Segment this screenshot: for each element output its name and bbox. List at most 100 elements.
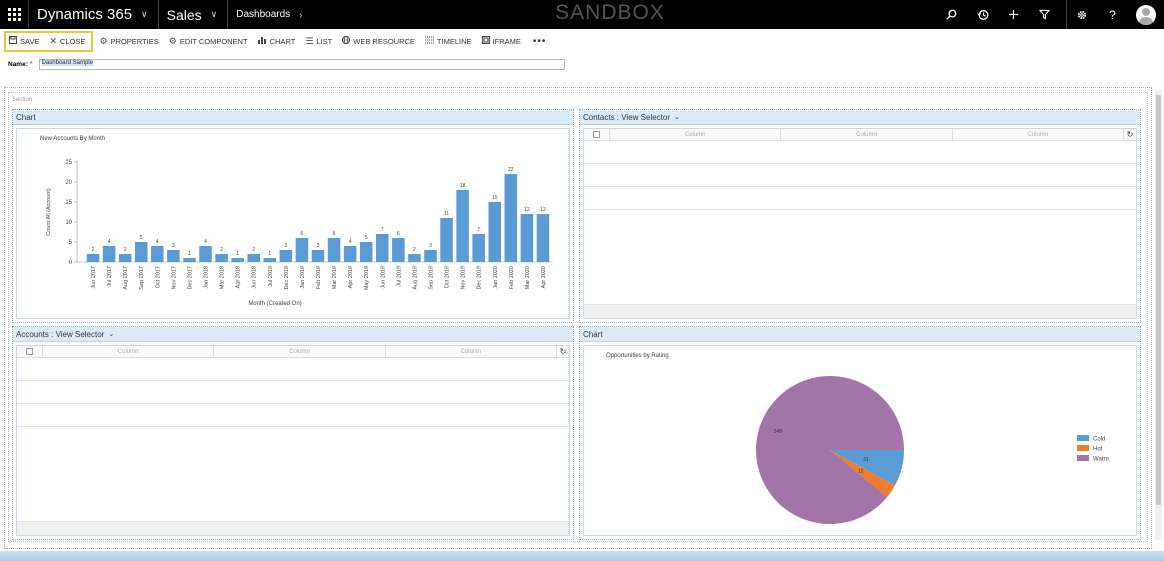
bar[interactable]: [263, 258, 277, 262]
recent-button[interactable]: [967, 0, 998, 29]
chevron-down-icon[interactable]: ⌄: [674, 110, 680, 125]
bar[interactable]: [472, 234, 485, 262]
bar[interactable]: [199, 246, 212, 262]
legend-label: Cold: [1093, 437, 1105, 443]
dashboard-name-field[interactable]: Dashboard Sample: [38, 59, 565, 70]
opportunities-pie-chart: Opportunities by Rating3112348ColdHotWar…: [606, 353, 1109, 524]
column-header[interactable]: Column: [953, 129, 1124, 140]
bar-value-label: 5: [140, 235, 143, 241]
bar[interactable]: [86, 254, 100, 262]
list-button[interactable]: ☰ LIST: [305, 36, 332, 47]
bar[interactable]: [167, 250, 180, 262]
user-profile-button[interactable]: [1128, 0, 1164, 29]
column-header[interactable]: Column: [386, 346, 557, 357]
legend-label: Hot: [1093, 447, 1103, 453]
brand-menu[interactable]: Dynamics 365 ∨: [29, 0, 159, 29]
bar-chart-icon: [257, 36, 267, 46]
bar[interactable]: [536, 214, 550, 262]
refresh-icon[interactable]: ↻: [1124, 129, 1136, 140]
bar[interactable]: [215, 254, 228, 262]
refresh-icon[interactable]: ↻: [557, 346, 569, 357]
new-accounts-bar-chart: New Accounts By Month0510152025Count:All…: [40, 136, 553, 307]
table-row: [584, 164, 1136, 187]
column-header[interactable]: Column: [610, 129, 782, 140]
chevron-down-icon[interactable]: ⌄: [108, 327, 114, 342]
search-button[interactable]: [936, 0, 967, 29]
table-row: [17, 404, 569, 427]
grid-header-row: Column Column Column ↻: [17, 346, 569, 358]
scrollbar-thumb[interactable]: [1156, 95, 1161, 505]
bar-value-label: 6: [397, 231, 400, 237]
bar[interactable]: [456, 190, 469, 262]
more-commands-button[interactable]: •••: [533, 36, 547, 47]
bar[interactable]: [408, 254, 421, 262]
column-header[interactable]: Column: [214, 346, 386, 357]
legend-swatch: [1077, 455, 1089, 461]
chevron-down-icon: ∨: [210, 9, 218, 19]
bar-value-label: 15: [492, 195, 498, 201]
close-icon: ✕: [49, 35, 57, 46]
select-all-checkbox[interactable]: [584, 129, 610, 140]
bar[interactable]: [279, 250, 293, 262]
bar[interactable]: [440, 218, 453, 262]
select-all-checkbox[interactable]: [17, 346, 43, 357]
help-button[interactable]: ?: [1097, 0, 1128, 29]
bar[interactable]: [151, 246, 164, 262]
accounts-list-panel[interactable]: Accounts : View Selector ⌄ Column Column…: [12, 326, 574, 540]
chart-button[interactable]: CHART: [257, 36, 295, 46]
nav-actions: ?: [936, 0, 1164, 29]
bar[interactable]: [295, 238, 309, 262]
pie-slice-warm[interactable]: [756, 376, 904, 524]
table-row: [584, 141, 1136, 164]
bar[interactable]: [102, 246, 116, 262]
x-tick-label: Feb 2020: [509, 266, 515, 289]
rating-chart-panel[interactable]: Chart Opportunities by Rating 31 12 348 Cold…: [579, 326, 1141, 540]
x-tick-label: Jun 2019: [380, 266, 386, 289]
bar[interactable]: [520, 214, 534, 262]
bar-value-label: 1: [188, 251, 191, 257]
contacts-list-panel[interactable]: Contacts : View Selector ⌄ Column Column…: [579, 109, 1141, 323]
accounts-chart-panel[interactable]: Chart New Accounts By Month 0 5 10 15 20 25 Cou…: [12, 109, 574, 323]
settings-button[interactable]: [1066, 0, 1097, 29]
bar[interactable]: [118, 254, 132, 262]
breadcrumb[interactable]: Dashboards ›: [228, 0, 312, 29]
close-button[interactable]: ✕ CLOSE: [49, 36, 85, 47]
bar[interactable]: [424, 250, 437, 262]
edit-component-button[interactable]: ⚙ EDIT COMPONENT: [169, 36, 248, 47]
area-menu[interactable]: Sales ∨: [159, 0, 229, 29]
bar-value-label: 4: [108, 239, 111, 245]
properties-button[interactable]: ⚙ PROPERTIES: [99, 36, 158, 47]
bar-value-label: 7: [477, 227, 480, 233]
bar[interactable]: [488, 202, 502, 262]
bar[interactable]: [359, 242, 373, 262]
command-bar: SAVE ✕ CLOSE ⚙ PROPERTIES ⚙ EDIT COMPONE…: [0, 29, 1164, 53]
web-resource-button[interactable]: WEB RESOURCE: [342, 36, 415, 46]
bar[interactable]: [231, 258, 244, 262]
vertical-scrollbar[interactable]: [1155, 90, 1162, 540]
bar[interactable]: [343, 246, 357, 262]
bar[interactable]: [327, 238, 341, 262]
x-axis-label: Month (Created On): [248, 301, 301, 307]
save-button[interactable]: SAVE: [9, 36, 39, 46]
timeline-label: TIMELINE: [436, 36, 472, 46]
filter-button[interactable]: [1029, 0, 1060, 29]
y-tick-label: 15: [65, 200, 72, 206]
bar[interactable]: [311, 250, 325, 262]
bar[interactable]: [247, 254, 260, 262]
column-header[interactable]: Column: [43, 346, 215, 357]
bar[interactable]: [504, 174, 518, 262]
new-button[interactable]: [998, 0, 1029, 29]
x-tick-label: Mar 2018: [220, 266, 226, 289]
app-launcher-button[interactable]: [0, 0, 29, 29]
gear-icon: [1077, 10, 1087, 19]
bar[interactable]: [376, 234, 389, 262]
iframe-button[interactable]: IFRAME: [481, 36, 521, 46]
bar[interactable]: [183, 258, 196, 262]
bar[interactable]: [134, 242, 148, 262]
timeline-button[interactable]: TIMELINE: [424, 36, 472, 46]
bar[interactable]: [392, 238, 405, 262]
help-icon: ?: [1109, 7, 1116, 22]
column-header[interactable]: Column: [781, 129, 953, 140]
panel-title: Accounts : View Selector: [16, 329, 105, 339]
bar-value-label: 18: [460, 183, 466, 189]
